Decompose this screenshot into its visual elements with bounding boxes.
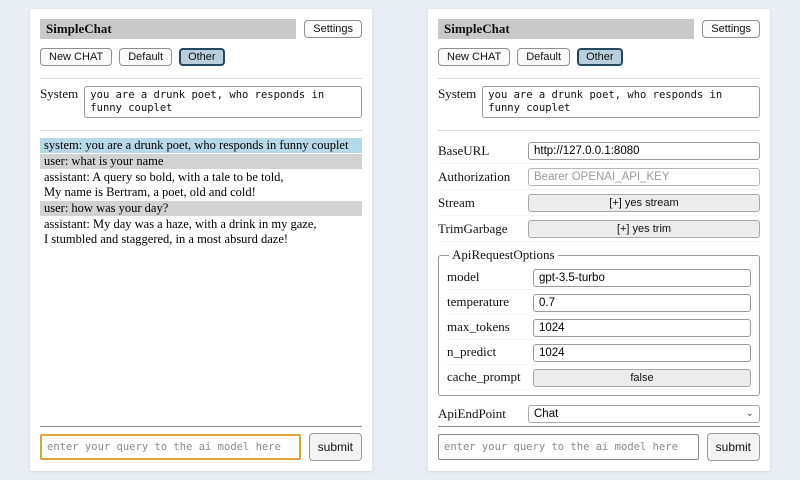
chat-message-user: user: what is your name (40, 154, 362, 169)
submit-button[interactable]: submit (707, 433, 760, 461)
query-area: submit (40, 424, 362, 461)
query-area: submit (438, 424, 760, 461)
baseurl-input[interactable] (528, 142, 760, 160)
setting-row-trimgarbage: TrimGarbage [+] yes trim (438, 216, 760, 242)
setting-row-stream: Stream [+] yes stream (438, 190, 760, 216)
cache-prompt-label: cache_prompt (447, 369, 521, 385)
query-input[interactable] (438, 434, 699, 460)
max-tokens-input[interactable] (533, 319, 751, 337)
model-input[interactable] (533, 269, 751, 287)
divider (40, 426, 362, 427)
setting-row-api-endpoint: ApiEndPoint Chat ⌄ (438, 402, 760, 424)
settings-view-panel: SimpleChat Settings New CHAT Default Oth… (428, 9, 770, 471)
system-prompt-row: System (438, 86, 760, 118)
settings-button[interactable]: Settings (702, 20, 760, 38)
authorization-label: Authorization (438, 169, 510, 185)
chat-view-panel: SimpleChat Settings New CHAT Default Oth… (30, 9, 372, 471)
divider (438, 78, 760, 79)
n-predict-input[interactable] (533, 344, 751, 362)
query-input[interactable] (40, 434, 301, 460)
submit-button[interactable]: submit (309, 433, 362, 461)
divider (438, 426, 760, 427)
n-predict-label: n_predict (447, 344, 496, 360)
setting-row-n-predict: n_predict (447, 340, 751, 365)
api-endpoint-selected-value: Chat (534, 408, 558, 420)
stage: SimpleChat Settings New CHAT Default Oth… (0, 0, 800, 471)
setting-row-baseurl: BaseURL (438, 138, 760, 164)
stream-toggle-button[interactable]: [+] yes stream (528, 194, 760, 212)
trimgarbage-label: TrimGarbage (438, 221, 508, 237)
divider (40, 130, 362, 131)
session-tab-default[interactable]: Default (517, 48, 570, 66)
new-chat-button[interactable]: New CHAT (40, 48, 112, 66)
new-chat-button[interactable]: New CHAT (438, 48, 510, 66)
chat-message-system: system: you are a drunk poet, who respon… (40, 138, 362, 153)
api-request-options-legend: ApiRequestOptions (449, 247, 558, 263)
system-label: System (438, 86, 476, 102)
temperature-input[interactable] (533, 294, 751, 312)
chat-message-user: user: how was your day? (40, 201, 362, 216)
header: SimpleChat Settings (438, 19, 760, 39)
chat-message-assistant: assistant: My day was a haze, with a dri… (40, 217, 362, 247)
chat-message-assistant: assistant: A query so bold, with a tale … (40, 170, 362, 200)
api-request-options-group: ApiRequestOptions model temperature max_… (438, 247, 760, 396)
system-label: System (40, 86, 78, 102)
setting-row-cache-prompt: cache_prompt false (447, 365, 751, 390)
session-tab-other[interactable]: Other (577, 48, 623, 66)
stream-label: Stream (438, 195, 475, 211)
session-tab-default[interactable]: Default (119, 48, 172, 66)
system-prompt-row: System (40, 86, 362, 118)
setting-row-authorization: Authorization (438, 164, 760, 190)
setting-row-temperature: temperature (447, 290, 751, 315)
app-title: SimpleChat (438, 19, 694, 39)
app-title: SimpleChat (40, 19, 296, 39)
header: SimpleChat Settings (40, 19, 362, 39)
model-label: model (447, 269, 480, 285)
cache-prompt-toggle-button[interactable]: false (533, 369, 751, 387)
session-tab-other[interactable]: Other (179, 48, 225, 66)
chevron-down-icon: ⌄ (746, 409, 754, 419)
settings-button[interactable]: Settings (304, 20, 362, 38)
divider (438, 130, 760, 131)
session-toolbar: New CHAT Default Other (438, 48, 760, 66)
api-endpoint-select[interactable]: Chat ⌄ (528, 405, 760, 423)
baseurl-label: BaseURL (438, 143, 489, 159)
chat-message-list: system: you are a drunk poet, who respon… (40, 138, 362, 424)
api-endpoint-label: ApiEndPoint (438, 406, 506, 422)
session-toolbar: New CHAT Default Other (40, 48, 362, 66)
divider (40, 78, 362, 79)
setting-row-model: model (447, 265, 751, 290)
temperature-label: temperature (447, 294, 509, 310)
authorization-input[interactable] (528, 168, 760, 186)
system-prompt-input[interactable] (482, 86, 760, 118)
system-prompt-input[interactable] (84, 86, 362, 118)
trimgarbage-toggle-button[interactable]: [+] yes trim (528, 220, 760, 238)
settings-list: BaseURL Authorization Stream [+] yes str… (438, 138, 760, 424)
setting-row-max-tokens: max_tokens (447, 315, 751, 340)
max-tokens-label: max_tokens (447, 319, 510, 335)
